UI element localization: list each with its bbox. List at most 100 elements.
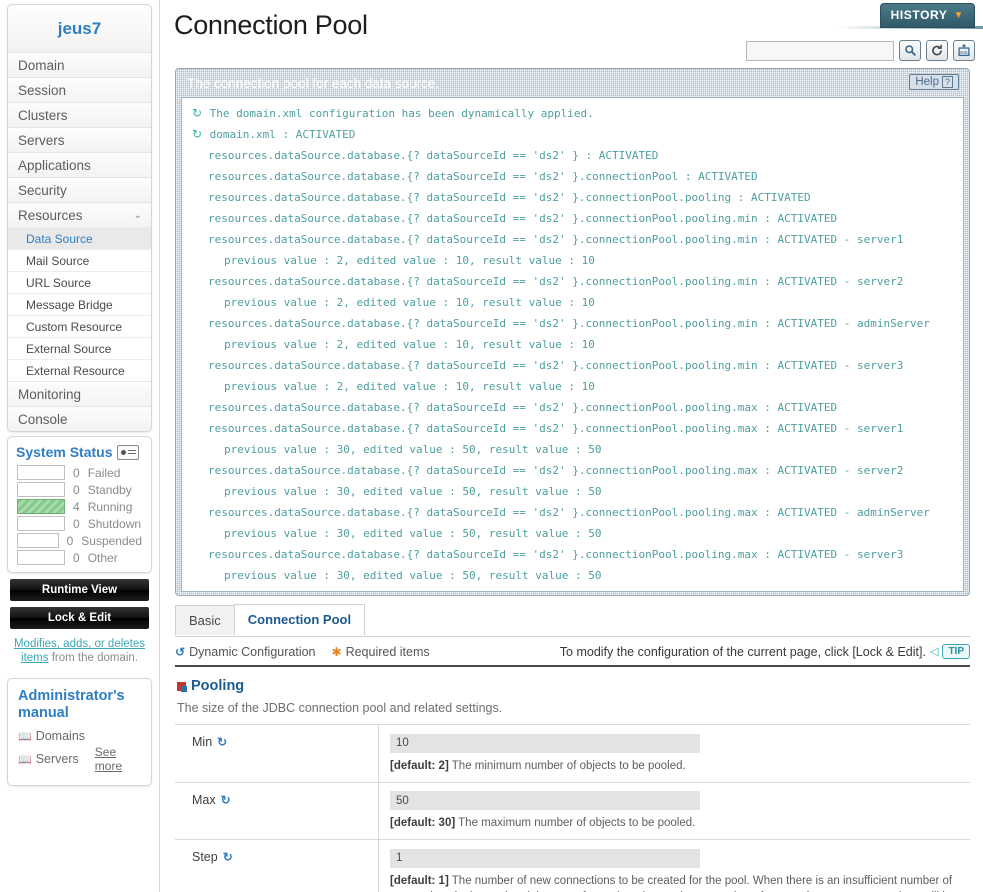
status-count: 0 — [73, 465, 80, 480]
runtime-view-button[interactable]: Runtime View — [10, 579, 149, 601]
log-line-text: previous value : 30, edited value : 50, … — [224, 485, 602, 498]
log-line-text: resources.dataSource.database.{? dataSou… — [208, 170, 758, 183]
form-row: Max ↻ [default: 30] The maximum number of … — [175, 782, 970, 840]
log-line-text: resources.dataSource.database.{? dataSou… — [208, 233, 904, 246]
log-line-text: resources.dataSource.database.{? dataSou… — [208, 191, 811, 204]
nav-tail-list: Monitoring Console — [8, 381, 151, 431]
tab-basic[interactable]: Basic — [175, 605, 235, 635]
log-line-text: resources.dataSource.database.{? dataSou… — [208, 548, 904, 561]
tab-connection-pool[interactable]: Connection Pool — [233, 604, 366, 635]
status-label: Running — [87, 499, 133, 514]
xml-export-icon[interactable]: XML — [953, 40, 975, 61]
search-icon[interactable] — [899, 40, 921, 61]
sidebar-item-resources[interactable]: Resources ⌄ — [8, 202, 151, 227]
form-default-value: [default: 2] — [390, 759, 449, 772]
sidebar-subitem-url-source[interactable]: URL Source — [8, 271, 151, 293]
status-row: 0 Suspended — [8, 532, 151, 549]
log-body[interactable]: ↻ The domain.xml configuration has been … — [181, 97, 964, 592]
log-line: resources.dataSource.database.{? dataSou… — [182, 229, 963, 250]
log-line-text: resources.dataSource.database.{? dataSou… — [208, 149, 659, 162]
form-description-text: The minimum number of objects to be pool… — [448, 759, 686, 772]
history-button[interactable]: HISTORY ▼ — [879, 3, 975, 28]
tip-text: To modify the configuration of the curre… — [559, 644, 926, 659]
refresh-icon: ↻ — [192, 127, 203, 141]
input-step[interactable] — [390, 848, 700, 868]
refresh-icon: ↺ — [175, 644, 186, 659]
form-row-description: [default: 30] The maximum number of obje… — [390, 815, 960, 831]
sidebar-item-label: Session — [18, 83, 67, 98]
log-line-text: resources.dataSource.database.{? dataSou… — [208, 464, 904, 477]
status-row: 0 Failed — [8, 464, 151, 481]
form-row-description: [default: 2] The minimum number of objec… — [390, 758, 960, 774]
sidebar-item-security[interactable]: Security — [8, 177, 151, 202]
sidebar-item-monitoring[interactable]: Monitoring — [8, 381, 151, 406]
form-description-text: The number of new connections to be crea… — [390, 874, 955, 892]
system-status-rows: 0 Failed 0 Standby 4 Running 0 Shutdown 0 Suspend… — [8, 464, 151, 566]
sidebar-item-applications[interactable]: Applications — [8, 152, 151, 177]
log-line: resources.dataSource.database.{? dataSou… — [182, 208, 963, 229]
status-count: 0 — [73, 482, 80, 497]
log-line-text: resources.dataSource.database.{? dataSou… — [208, 401, 838, 414]
status-row: 0 Shutdown — [8, 515, 151, 532]
status-label: Shutdown — [87, 516, 142, 531]
see-more-link[interactable]: See more — [95, 745, 141, 773]
action-buttons: Runtime View Lock & Edit Modifies, adds,… — [0, 579, 159, 674]
tip-badge[interactable]: TIP — [942, 644, 970, 659]
log-line: resources.dataSource.database.{? dataSou… — [182, 166, 963, 187]
form-row: Step ↻ [default: 1] The number of new conn… — [175, 840, 970, 892]
sidebar-subitem-external-resource[interactable]: External Resource — [8, 359, 151, 381]
sub-nav-list: Data Source Mail Source URL Source Message … — [8, 227, 151, 381]
input-max[interactable] — [390, 791, 700, 810]
status-bar — [17, 516, 65, 531]
log-line: resources.dataSource.database.{? dataSou… — [182, 355, 963, 376]
nav-list: Domain Session Clusters Servers Applications… — [8, 52, 151, 227]
status-bar — [17, 550, 65, 565]
manual-link-domains-label: Domains — [35, 729, 86, 743]
search-input[interactable] — [746, 40, 894, 61]
refresh-icon: ↻ — [192, 106, 203, 120]
manual-link-servers[interactable]: 📖 Servers See more — [18, 745, 141, 773]
status-label: Standby — [87, 482, 132, 497]
monitor-icon[interactable] — [117, 444, 140, 460]
log-panel: The connection pool for each data source… — [175, 68, 970, 596]
log-line: previous value : 30, edited value : 50, … — [182, 481, 963, 502]
log-line: resources.dataSource.database.{? dataSou… — [182, 187, 963, 208]
asterisk-icon: ✱ — [331, 644, 342, 659]
sidebar-item-session[interactable]: Session — [8, 77, 151, 102]
legend-rule — [175, 665, 970, 667]
log-line-text: resources.dataSource.database.{? dataSou… — [208, 359, 904, 372]
status-row: 4 Running — [8, 498, 151, 515]
status-label: Suspended — [81, 533, 142, 548]
status-count: 0 — [66, 533, 74, 548]
sidebar-subitem-message-bridge[interactable]: Message Bridge — [8, 293, 151, 315]
log-line: resources.dataSource.database.{? dataSou… — [182, 544, 963, 565]
sidebar-subitem-custom-resource[interactable]: Custom Resource — [8, 315, 151, 337]
search-row: XML — [746, 40, 975, 61]
book-icon: 📖 — [18, 730, 32, 743]
form-row: Min ↻ [default: 2] The minimum number of o… — [175, 725, 970, 783]
log-line-text: resources.dataSource.database.{? dataSou… — [208, 317, 930, 330]
log-line-text: previous value : 2, edited value : 10, r… — [224, 380, 595, 393]
chevron-down-icon: ▼ — [953, 9, 964, 21]
system-status-header: System Status — [8, 437, 151, 464]
sidebar-subitem-external-source[interactable]: External Source — [8, 337, 151, 359]
dynamic-config-icon: ↻ — [220, 792, 231, 807]
sidebar-subitem-mail-source[interactable]: Mail Source — [8, 249, 151, 271]
log-line-text: previous value : 2, edited value : 10, r… — [224, 296, 595, 309]
reload-icon[interactable] — [926, 40, 948, 61]
sidebar-item-clusters[interactable]: Clusters — [8, 102, 151, 127]
lock-and-edit-button[interactable]: Lock & Edit — [10, 607, 149, 629]
input-min[interactable] — [390, 733, 700, 753]
form-row-label: Max ↻ — [175, 782, 379, 839]
help-button[interactable]: Help ? — [909, 74, 959, 90]
manual-link-domains[interactable]: 📖 Domains — [18, 729, 141, 743]
sidebar-item-domain[interactable]: Domain — [8, 52, 151, 77]
log-line-text: previous value : 2, edited value : 10, r… — [224, 254, 595, 267]
chevron-down-icon: ⌄ — [133, 210, 142, 221]
sidebar-item-servers[interactable]: Servers — [8, 127, 151, 152]
log-line-text: resources.dataSource.database.{? dataSou… — [208, 275, 904, 288]
log-line-text: previous value : 30, edited value : 50, … — [224, 443, 602, 456]
sidebar-item-label: Resources — [18, 208, 83, 223]
sidebar-subitem-data-source[interactable]: Data Source — [8, 227, 151, 249]
sidebar-item-console[interactable]: Console — [8, 406, 151, 431]
